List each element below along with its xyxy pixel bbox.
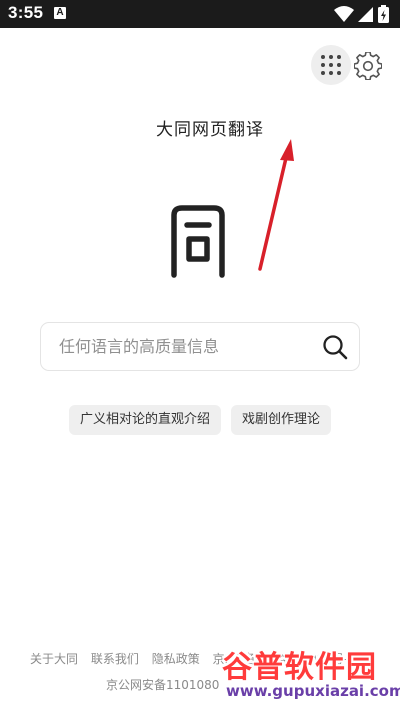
watermark-url: www.gupuxiazai.com [226, 682, 400, 700]
gear-icon[interactable] [354, 52, 382, 80]
app-title: 大同网页翻译 [156, 120, 264, 140]
notification-a-icon: A [54, 7, 66, 19]
footer-link-about[interactable]: 关于大同 [30, 652, 78, 666]
search-icon[interactable] [321, 333, 349, 361]
suggestion-chip[interactable]: 广义相对论的直观介绍 [69, 405, 222, 435]
footer-police-record[interactable]: 京公网安备1101080 [106, 676, 219, 693]
signal-icon [358, 7, 373, 22]
suggestion-chip[interactable]: 戏剧创作理论 [231, 405, 332, 435]
battery-charging-icon [378, 5, 389, 23]
search-input[interactable] [59, 323, 309, 370]
footer-link-contact[interactable]: 联系我们 [91, 652, 139, 666]
footer-link-privacy[interactable]: 隐私政策 [152, 652, 200, 666]
watermark-text: 谷普软件园 [222, 650, 377, 685]
status-time: 3:55 [8, 3, 44, 22]
search-box[interactable] [40, 322, 360, 371]
datong-logo [171, 205, 225, 278]
wifi-icon [334, 6, 354, 22]
watermark: 谷普软件园 www.gupuxiazai.com [212, 640, 400, 712]
apps-grid-button[interactable] [311, 45, 351, 85]
status-bar: 3:55 A [0, 0, 400, 28]
